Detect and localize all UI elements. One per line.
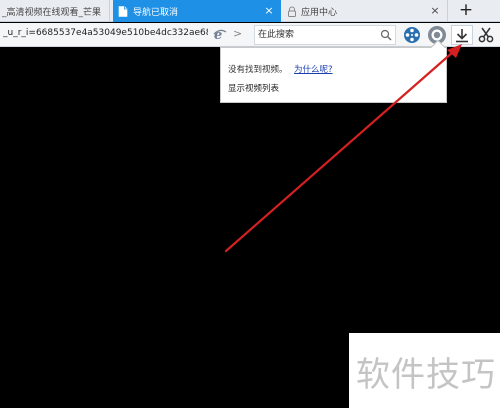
chevron-right-icon[interactable]: > [233,27,242,40]
download-button[interactable] [451,25,473,45]
tab-label: 应用中心 [301,7,338,18]
browser-window: _高清视频在线观看_芒果 导航已取消 × 应用中心 × + _u_r_i=668… [0,0,500,408]
show-video-list-link[interactable]: 显示视频列表 [228,82,279,94]
tab-navigation-cancelled[interactable]: 导航已取消 × [113,0,281,22]
tab-mango-video[interactable]: _高清视频在线观看_芒果 [0,0,110,22]
scissors-icon[interactable] [476,25,496,45]
why-link[interactable]: 为什么呢? [294,63,333,75]
close-tab-icon[interactable]: × [263,5,275,17]
tab-app-center[interactable]: 应用中心 × [282,0,448,22]
watermark: 软件技巧 [349,333,500,408]
search-icon[interactable] [380,29,392,41]
ie-icon[interactable]: e [213,27,227,41]
watermark-text: 软件技巧 [356,355,496,395]
film-reel-icon[interactable] [402,25,422,45]
video-popup: 没有找到视频。 为什么呢? 显示视频列表 [220,39,447,103]
close-tab-icon[interactable]: × [429,5,441,17]
search-box[interactable] [254,25,396,45]
lock-icon [288,6,296,17]
download-icon [456,29,468,43]
search-input[interactable] [258,28,378,42]
address-toolbar: _u_r_i=6685537e4a53049e510be4dc332ae687 … [0,23,500,47]
tab-bar: _高清视频在线观看_芒果 导航已取消 × 应用中心 × + [0,0,500,22]
page-icon [118,5,128,17]
address-bar[interactable]: _u_r_i=6685537e4a53049e510be4dc332ae687 [3,28,208,38]
no-video-message: 没有找到视频。 [228,65,288,75]
new-tab-button[interactable]: + [452,0,480,22]
tab-label: _高清视频在线观看_芒果 [2,7,102,18]
tab-label: 导航已取消 [133,7,179,18]
